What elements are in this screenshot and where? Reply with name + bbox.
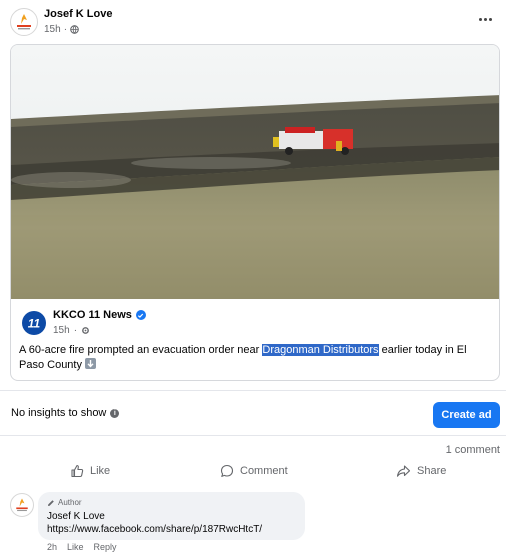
shared-post-time[interactable]: 15h <box>53 325 70 336</box>
kkco-logo-icon[interactable]: 11 <box>22 311 46 335</box>
shared-post-text: A 60-acre fire prompted an evacuation or… <box>19 344 467 371</box>
shared-post-meta: 15h · <box>53 325 90 336</box>
insights-row: No insights to show i Create ad <box>0 390 506 436</box>
post-actions: Like Comment Share <box>0 460 506 486</box>
comment-reply-button[interactable]: Reply <box>94 542 117 552</box>
more-options-button[interactable] <box>476 12 494 26</box>
comment-like-button[interactable]: Like <box>67 542 84 552</box>
pencil-icon <box>48 499 54 506</box>
fire-scene-image <box>11 45 499 299</box>
comment-time[interactable]: 2h <box>47 542 57 552</box>
shared-post-card[interactable]: 11 KKCO 11 News 15h · A 60-acre fire pro… <box>10 44 500 381</box>
comment-text[interactable]: https://www.facebook.com/share/p/187RwcH… <box>47 524 262 535</box>
author-badge: Author <box>47 498 82 507</box>
svg-text:11: 11 <box>28 317 41 331</box>
more-horizontal-icon <box>478 17 482 21</box>
globe-icon <box>70 25 79 34</box>
post-time[interactable]: 15h <box>44 24 61 35</box>
comment-button[interactable]: Comment <box>220 464 288 478</box>
share-button[interactable]: Share <box>396 464 446 478</box>
shared-page-name[interactable]: KKCO 11 News <box>53 309 146 321</box>
author-logo-icon <box>17 14 31 30</box>
thumbs-up-icon <box>71 464 84 478</box>
create-ad-button[interactable]: Create ad <box>433 402 500 428</box>
author-logo-icon <box>16 498 28 512</box>
verified-badge-icon <box>135 310 146 320</box>
insights-text: No insights to show i <box>11 407 120 419</box>
post-meta: 15h · <box>44 24 79 35</box>
comment-footer: 2h Like Reply <box>47 542 117 552</box>
post-author-name[interactable]: Josef K Love <box>44 8 112 20</box>
gear-icon <box>82 327 89 334</box>
video-thumbnail[interactable] <box>11 45 499 299</box>
comment-item: Author Josef K Love https://www.facebook… <box>0 490 506 557</box>
shared-post-header: 11 KKCO 11 News 15h · A 60-acre fire pro… <box>11 299 499 380</box>
highlighted-text: Dragonman Distributors <box>262 344 379 356</box>
share-arrow-icon <box>396 465 411 477</box>
comment-bubble-icon <box>220 464 234 477</box>
comment-author-name[interactable]: Josef K Love <box>47 511 105 522</box>
comment-bubble: Author Josef K Love https://www.facebook… <box>38 492 305 540</box>
down-arrow-emoji-icon <box>85 358 97 369</box>
author-avatar[interactable] <box>10 8 38 36</box>
post-header: Josef K Love 15h · <box>0 0 506 44</box>
comment-count[interactable]: 1 comment <box>446 444 500 456</box>
comment-author-avatar[interactable] <box>10 493 34 517</box>
info-icon[interactable]: i <box>110 408 120 418</box>
like-button[interactable]: Like <box>70 464 110 478</box>
